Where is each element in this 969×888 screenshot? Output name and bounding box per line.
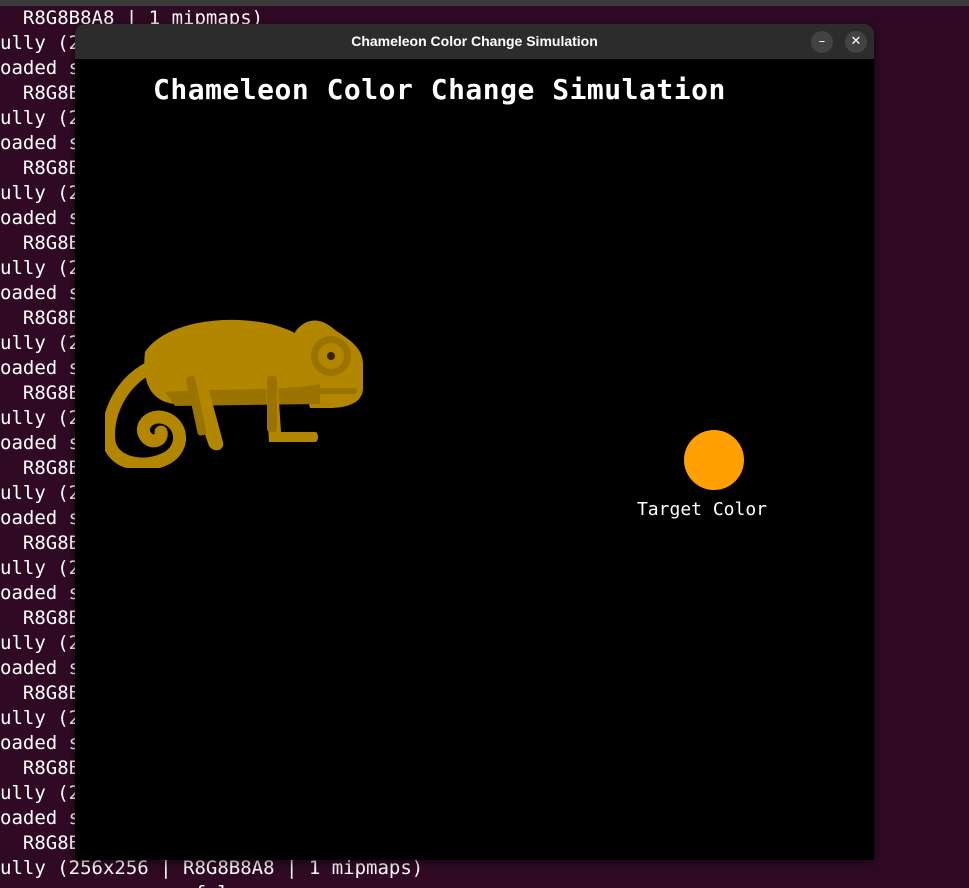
terminal-line: ully (2 bbox=[0, 707, 81, 729]
terminal-top-bar bbox=[0, 0, 969, 6]
terminal-line: oaded s bbox=[0, 132, 81, 154]
terminal-line: oaded s bbox=[0, 657, 81, 679]
terminal-line: ully (2 bbox=[0, 482, 81, 504]
terminal-line: oaded s bbox=[0, 357, 81, 379]
terminal-line: ully (2 bbox=[0, 257, 81, 279]
close-button[interactable]: ✕ bbox=[845, 31, 867, 53]
window-titlebar[interactable]: Chameleon Color Change Simulation – ✕ bbox=[75, 24, 874, 59]
simulation-canvas: Chameleon Color Change Simulation Target… bbox=[75, 59, 874, 860]
terminal-line: oaded s bbox=[0, 57, 81, 79]
target-color-label: Target Color bbox=[636, 499, 768, 520]
terminal-line: oaded s bbox=[0, 207, 81, 229]
window-title: Chameleon Color Change Simulation bbox=[351, 33, 598, 49]
terminal-line: oaded s bbox=[0, 282, 81, 304]
minimize-button[interactable]: – bbox=[811, 31, 833, 53]
terminal-line: ully (2 bbox=[0, 182, 81, 204]
terminal-line: oaded s bbox=[0, 582, 81, 604]
terminal-line: oaded s bbox=[0, 507, 81, 529]
terminal-line: ully (2 bbox=[0, 407, 81, 429]
terminal-line: oaded s bbox=[0, 807, 81, 829]
terminal-line: s ful bbox=[0, 883, 228, 888]
simulation-title: Chameleon Color Change Simulation bbox=[153, 73, 726, 106]
terminal-line: oaded s bbox=[0, 432, 81, 454]
chameleon-sprite bbox=[105, 319, 363, 468]
simulation-window: Chameleon Color Change Simulation – ✕ Ch… bbox=[75, 24, 874, 860]
terminal-line: ully (2 bbox=[0, 782, 81, 804]
target-color-swatch bbox=[684, 430, 744, 490]
terminal-line: ully (256x256 | R8G8B8A8 | 1 mipmaps) bbox=[0, 857, 424, 879]
terminal-line: ully (2 bbox=[0, 557, 81, 579]
terminal-line: ully (2 bbox=[0, 332, 81, 354]
terminal-line: oaded s bbox=[0, 732, 81, 754]
terminal-line: ully (2 bbox=[0, 632, 81, 654]
terminal-line: ully (2 bbox=[0, 107, 81, 129]
terminal-line: ully (2 bbox=[0, 32, 81, 54]
